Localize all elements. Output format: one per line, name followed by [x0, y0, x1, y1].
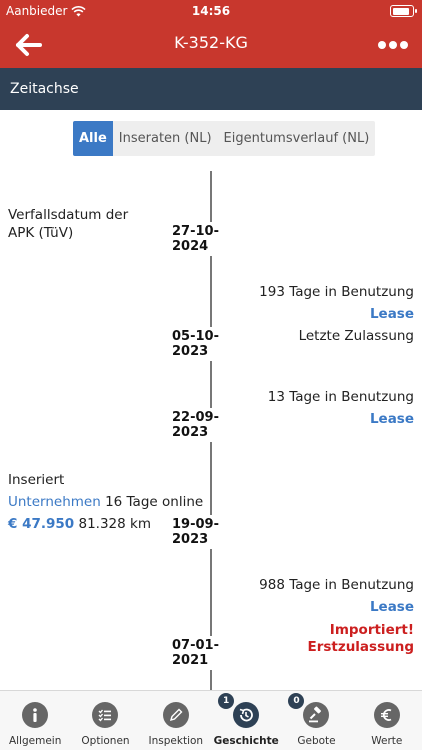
apk-label-line2: APK (TüV): [8, 225, 74, 241]
usage-days-5: 988 Tage in Benutzung: [259, 577, 414, 593]
imported-alert: Importiert!: [329, 622, 414, 638]
listing-seller-link[interactable]: Unternehmen: [8, 494, 101, 510]
tab-label: Allgemein: [8, 735, 62, 747]
section-header: Zeitachse: [0, 68, 422, 110]
status-bar: Aanbieder 14:56: [0, 0, 422, 22]
listing-online-duration: 16 Tage online: [105, 494, 204, 510]
section-title: Zeitachse: [10, 81, 79, 97]
filter-ownership-history[interactable]: Eigentumsverlauf (NL): [218, 121, 376, 156]
event-date-apk: 27-10-2024: [172, 222, 252, 256]
info-icon: [22, 702, 49, 728]
listing-title: Inseriert: [8, 472, 65, 488]
tab-optionen[interactable]: Optionen: [70, 691, 140, 750]
apk-label: Verfallsdatum der APK (TüV): [8, 206, 128, 242]
usage-days-3: 13 Tage in Benutzung: [267, 389, 414, 405]
event-date-5: 07-01-2021: [172, 636, 252, 670]
more-dots-icon[interactable]: [378, 39, 408, 51]
listing-mileage: 81.328 km: [78, 516, 152, 532]
listing-price-row: € 47.950 81.328 km: [8, 515, 151, 533]
listing-seller-row: Unternehmen 16 Tage online: [8, 493, 203, 511]
pencil-icon: [162, 702, 189, 728]
gavel-icon: [303, 702, 330, 728]
usage-type-3[interactable]: Lease: [370, 410, 414, 428]
page-title: K-352-KG: [174, 33, 248, 52]
listing-price[interactable]: € 47.950: [8, 516, 74, 532]
tab-label: Gebote: [297, 735, 336, 747]
tab-inspektion[interactable]: Inspektion: [141, 691, 211, 750]
history-count-badge: 1: [218, 693, 235, 709]
event-date-3: 22-09-2023: [172, 408, 252, 442]
battery-icon: [390, 5, 417, 17]
usage-type-5[interactable]: Lease: [370, 598, 414, 616]
arrow-left-icon[interactable]: [14, 32, 44, 58]
clock: 14:56: [191, 4, 231, 18]
navigation-bar: K-352-KG: [0, 22, 422, 68]
filter-segmented-control: Alle Inseraten (NL) Eigentumsverlauf (NL…: [73, 121, 376, 156]
tab-label: Werte: [371, 735, 403, 747]
bottom-tab-bar: Allgemein Optionen Inspektion 1 Geschich…: [0, 690, 422, 750]
tab-label: Inspektion: [148, 735, 204, 747]
usage-type-2[interactable]: Lease: [370, 305, 414, 323]
event-date-4: 19-09-2023: [172, 515, 252, 549]
first-registration-alert: Erstzulassung: [307, 639, 414, 655]
history-icon: [233, 702, 260, 728]
tab-geschichte[interactable]: 1 Geschichte: [211, 691, 281, 750]
tab-label: Optionen: [81, 735, 130, 747]
event-date-2: 05-10-2023: [172, 327, 252, 361]
filter-listings[interactable]: Inseraten (NL): [113, 121, 218, 156]
bids-count-badge: 0: [288, 693, 305, 709]
apk-label-line1: Verfallsdatum der: [8, 207, 129, 223]
tab-werte[interactable]: Werte: [352, 691, 422, 750]
tab-allgemein[interactable]: Allgemein: [0, 691, 70, 750]
usage-days-2: 193 Tage in Benutzung: [259, 284, 414, 300]
checklist-icon: [92, 702, 119, 728]
tab-gebote[interactable]: 0 Gebote: [281, 691, 351, 750]
last-registration-note: Letzte Zulassung: [298, 328, 414, 344]
filter-all[interactable]: Alle: [73, 121, 113, 156]
tab-label: Geschichte: [213, 735, 279, 747]
euro-icon: [373, 702, 400, 728]
